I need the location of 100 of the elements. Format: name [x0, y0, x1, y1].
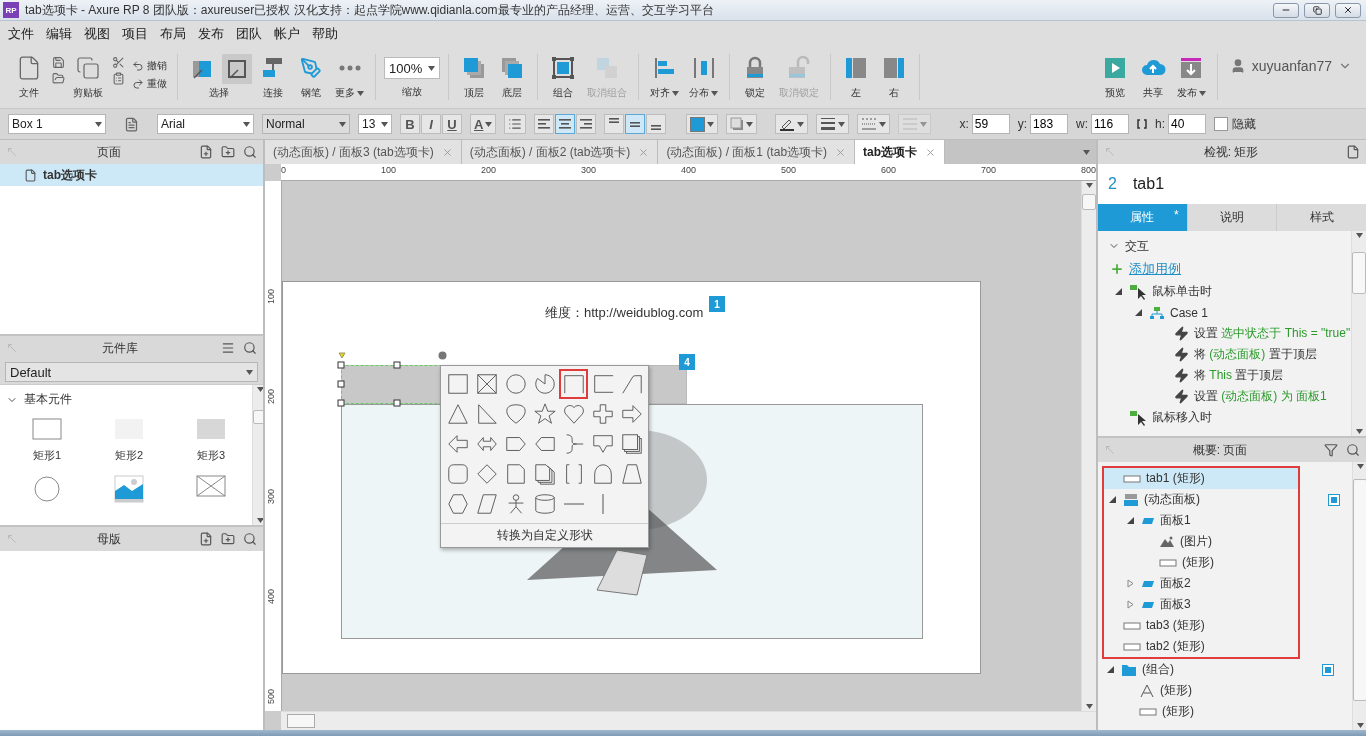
- convert-to-custom-shape[interactable]: 转换为自定义形状: [441, 523, 648, 547]
- toolbar-button[interactable]: 组合: [546, 54, 580, 100]
- menu-item[interactable]: 编辑: [40, 24, 78, 43]
- ruler-label: 200: [266, 388, 276, 404]
- outline-item[interactable]: (矩形): [1104, 552, 1298, 573]
- toolbar-button[interactable]: 共享: [1135, 54, 1170, 100]
- ruler-label: 400: [266, 588, 276, 604]
- text-style-button[interactable]: U: [442, 114, 462, 134]
- number-field[interactable]: 40: [1168, 114, 1207, 134]
- outline-item[interactable]: 面板1: [1104, 510, 1298, 531]
- toolbar-button[interactable]: 更多: [332, 54, 367, 100]
- page-item[interactable]: tab选项卡: [0, 164, 263, 186]
- outline-label: (矩形): [1182, 554, 1214, 571]
- field-label: x:: [959, 117, 969, 131]
- outline-item[interactable]: tab2 (矩形): [1104, 636, 1298, 657]
- outline-label: tab1 (矩形): [1146, 470, 1205, 487]
- outline-item[interactable]: tab3 (矩形): [1104, 615, 1298, 636]
- library-section[interactable]: 基本元件: [6, 389, 72, 418]
- outline-item[interactable]: (组合): [1102, 659, 1334, 680]
- toolbar-button[interactable]: 锁定: [738, 54, 772, 100]
- panel-title: 母版: [95, 530, 122, 548]
- document-tab[interactable]: tab选项卡: [855, 140, 946, 164]
- panel-title: 概要: 页面: [1191, 441, 1249, 459]
- menu-item[interactable]: 视图: [78, 24, 116, 43]
- document-tab[interactable]: (动态面板) / 面板2 (tab选项卡): [461, 140, 659, 164]
- outline-item[interactable]: (矩形): [1102, 680, 1352, 701]
- outline-item[interactable]: (矩形): [1102, 701, 1352, 722]
- ruler-label: 800: [1081, 165, 1096, 175]
- outline-item[interactable]: 面板2: [1104, 573, 1298, 594]
- ruler-label: 700: [981, 165, 997, 175]
- document-tab[interactable]: (动态面板) / 面板3 (tab选项卡): [265, 140, 462, 164]
- library-dropdown[interactable]: Default: [5, 362, 258, 382]
- outline-item[interactable]: (动态面板): [1104, 489, 1298, 510]
- outline-label: (图片): [1180, 533, 1212, 550]
- number-field[interactable]: 59: [971, 114, 1010, 134]
- footnote-badge: 1: [709, 296, 725, 312]
- number-field[interactable]: 116: [1091, 114, 1130, 134]
- outline-item[interactable]: tab1 (矩形): [1104, 468, 1298, 489]
- section-header[interactable]: 交互: [1104, 235, 1351, 257]
- redo-button[interactable]: 重做: [130, 76, 169, 92]
- event-item[interactable]: 鼠标移入时: [1104, 407, 1351, 428]
- menu-item[interactable]: 发布: [192, 24, 230, 43]
- ruler-label: 100: [266, 288, 276, 304]
- file-button[interactable]: 文件: [12, 54, 46, 100]
- ruler-label: 300: [581, 165, 597, 175]
- outline-label: (组合): [1142, 661, 1174, 678]
- toolbar-button[interactable]: 分布: [686, 54, 721, 100]
- menu-item[interactable]: 团队: [230, 24, 268, 43]
- widget-label: 矩形3: [196, 448, 226, 463]
- panel-title: 元件库: [100, 339, 139, 357]
- outline-label: tab3 (矩形): [1146, 617, 1205, 634]
- font-size-dropdown[interactable]: 13: [358, 114, 392, 134]
- menu-item[interactable]: 帮助: [306, 24, 344, 43]
- footnote-badge: 4: [679, 354, 695, 370]
- field-label: h:: [1155, 117, 1166, 131]
- hidden-checkbox[interactable]: 隐藏: [1214, 115, 1257, 133]
- ruler-label: 500: [266, 688, 276, 704]
- action-item[interactable]: 设置 选中状态于 This = "true": [1104, 323, 1351, 344]
- toolbar-button[interactable]: 钢笔: [294, 54, 328, 100]
- inspector-tab[interactable]: 说明: [1187, 204, 1277, 231]
- field-label: y:: [1017, 117, 1028, 131]
- action-item[interactable]: 将 This 置于顶层: [1104, 365, 1351, 386]
- action-item[interactable]: 设置 (动态面板) 为 面板1: [1104, 386, 1351, 407]
- zoom-dropdown[interactable]: 100%: [384, 57, 440, 79]
- outline-item[interactable]: 面板3: [1104, 594, 1298, 615]
- text-style-button[interactable]: I: [421, 114, 441, 134]
- number-field[interactable]: 183: [1030, 114, 1069, 134]
- font-style-dropdown[interactable]: Normal: [262, 114, 350, 134]
- font-dropdown[interactable]: Arial: [157, 114, 254, 134]
- toolbar-button[interactable]: 预览: [1097, 54, 1132, 100]
- outline-label: (矩形): [1162, 703, 1194, 720]
- menu-item[interactable]: 项目: [116, 24, 154, 43]
- toolbar-button[interactable]: 右: [877, 54, 911, 100]
- outline-label: 面板2: [1160, 575, 1191, 592]
- menu-item[interactable]: 文件: [2, 24, 40, 43]
- inspector-tab[interactable]: 样式: [1277, 204, 1366, 231]
- panel-title: 页面: [95, 143, 122, 161]
- action-item[interactable]: 将 (动态面板) 置于顶层: [1104, 344, 1351, 365]
- undo-button[interactable]: 撤销: [130, 58, 169, 74]
- toolbar-button[interactable]: 左: [839, 54, 873, 100]
- user-menu[interactable]: xuyuanfan77: [1216, 54, 1366, 100]
- document-tab[interactable]: (动态面板) / 面板1 (tab选项卡): [658, 140, 856, 164]
- toolbar-button[interactable]: 对齐: [647, 54, 682, 100]
- text-style-button[interactable]: B: [400, 114, 420, 134]
- case-item[interactable]: Case 1: [1104, 302, 1351, 323]
- toolbar-button[interactable]: 底层: [495, 54, 529, 100]
- menu-item[interactable]: 布局: [154, 24, 192, 43]
- widget-name-dropdown[interactable]: Box 1: [8, 114, 106, 134]
- outline-item[interactable]: (图片): [1104, 531, 1298, 552]
- toolbar-button[interactable]: 顶层: [457, 54, 491, 100]
- ruler-label: 600: [881, 165, 897, 175]
- toolbar-button[interactable]: 发布: [1173, 54, 1209, 100]
- app-logo: RP: [3, 2, 19, 18]
- menu-item[interactable]: 帐户: [268, 24, 306, 43]
- event-item[interactable]: 鼠标单击时: [1104, 281, 1351, 302]
- font-color-button[interactable]: A: [470, 114, 497, 134]
- footnote-number: 2: [1108, 175, 1117, 193]
- toolbar-button[interactable]: 连接: [256, 54, 290, 100]
- ruler-label: 100: [381, 165, 397, 175]
- clipboard-button[interactable]: 剪贴板: [70, 54, 106, 100]
